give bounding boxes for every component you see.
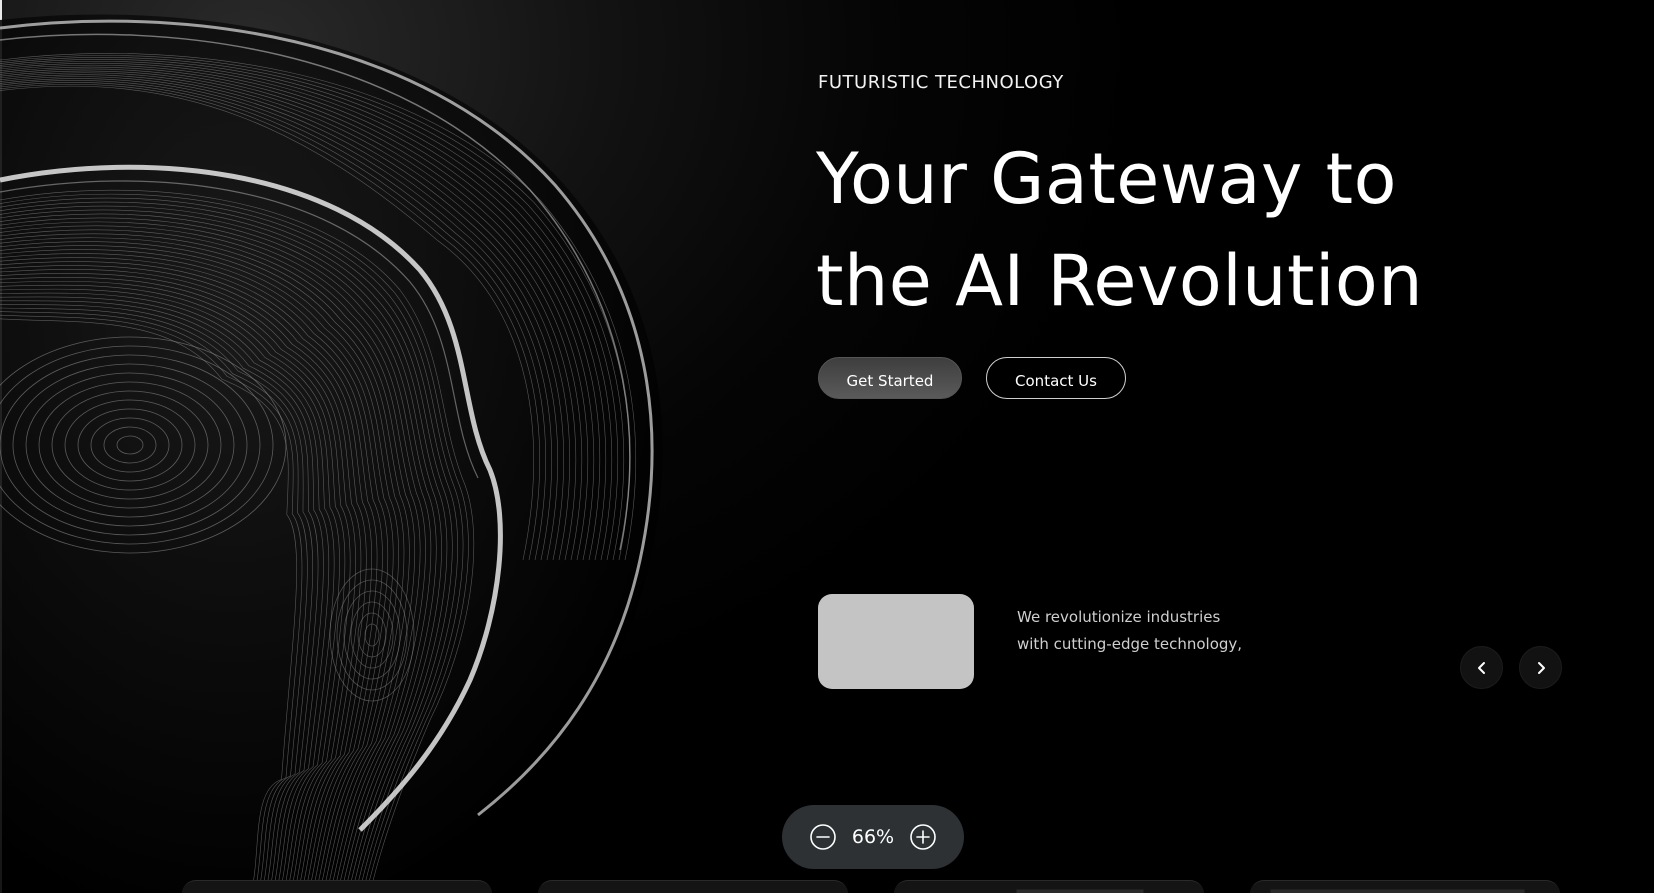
feature-text-line-2: with cutting-edge technology, — [1017, 635, 1243, 653]
zoom-in-button[interactable] — [909, 823, 937, 851]
feature-thumbnail — [818, 594, 974, 689]
plus-circle-icon — [910, 824, 936, 850]
hero-headline: Your Gateway to the AI Revolution — [816, 128, 1576, 332]
bottom-card-3[interactable] — [894, 880, 1204, 893]
feature-description: We revolutionize industries with cutting… — [1017, 604, 1317, 658]
carousel-prev-button[interactable] — [1460, 646, 1503, 689]
ai-head-artwork — [0, 14, 663, 893]
carousel-next-button[interactable] — [1519, 646, 1562, 689]
headline-line-2: the AI Revolution — [816, 240, 1424, 322]
contact-us-button[interactable]: Contact Us — [986, 357, 1126, 399]
chevron-right-icon — [1537, 661, 1545, 674]
landing-page: FUTURISTIC TECHNOLOGY Your Gateway to th… — [0, 0, 1654, 893]
zoom-out-button[interactable] — [809, 823, 837, 851]
get-started-button[interactable]: Get Started — [818, 357, 962, 399]
chevron-left-icon — [1477, 661, 1485, 674]
hero-eyebrow: FUTURISTIC TECHNOLOGY — [818, 72, 1064, 93]
bottom-card-2[interactable] — [538, 880, 848, 893]
bottom-card-4[interactable] — [1250, 880, 1560, 893]
feature-text-line-1: We revolutionize industries — [1017, 608, 1221, 626]
zoom-level: 66% — [851, 826, 895, 848]
minus-circle-icon — [810, 824, 836, 850]
zoom-control: 66% — [782, 805, 964, 869]
bottom-card-1[interactable] — [182, 880, 492, 893]
headline-line-1: Your Gateway to — [816, 138, 1397, 220]
